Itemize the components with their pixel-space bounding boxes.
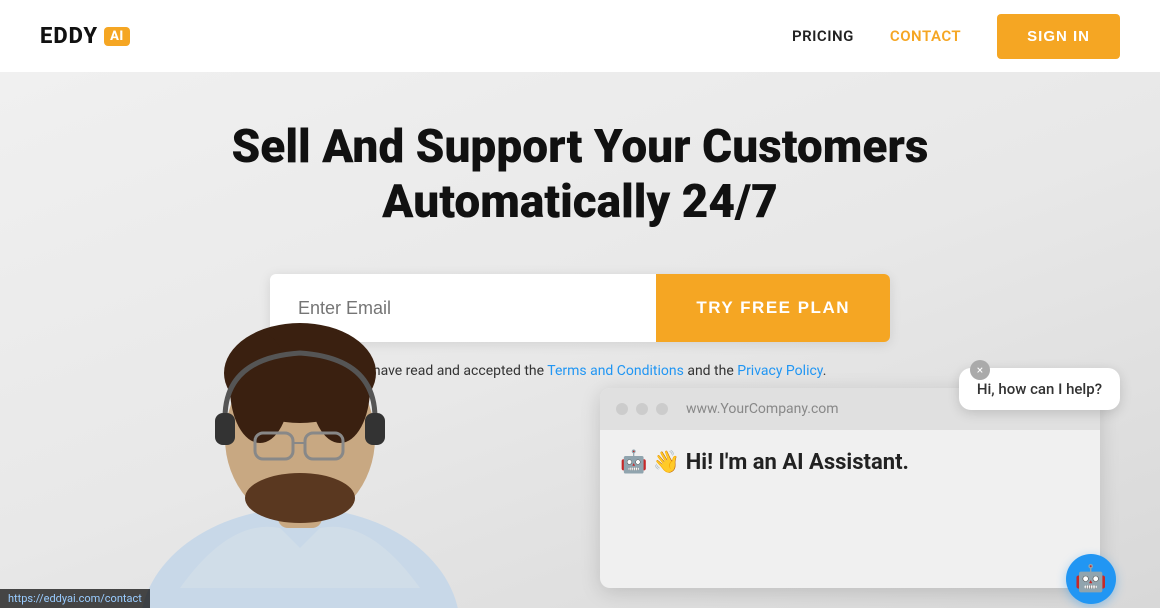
browser-content: 🤖 👋 Hi! I'm an AI Assistant. [600,430,1100,495]
bot-icon[interactable]: 🤖 [1066,554,1116,604]
header: EDDY AI PRICING CONTACT SIGN IN [0,0,1160,72]
checkbox-middle-text: and the [684,363,737,379]
hero-title-line1: Sell And Support Your Customers [232,120,929,174]
nav-pricing[interactable]: PRICING [792,27,854,45]
browser-dot-3 [656,403,668,415]
status-url: https://eddyai.com/contact [8,592,142,605]
chat-close-button[interactable]: × [970,360,990,380]
status-bar: https://eddyai.com/contact [0,589,150,608]
browser-url: www.YourCompany.com [686,401,839,417]
terms-link[interactable]: Terms and Conditions [547,363,684,379]
ai-greeting: 🤖 👋 Hi! I'm an AI Assistant. [620,450,1080,475]
sign-in-button[interactable]: SIGN IN [997,14,1120,59]
try-free-plan-button[interactable]: TRY FREE PLAN [656,274,890,342]
person-illustration [120,208,480,608]
privacy-link[interactable]: Privacy Policy [737,363,822,379]
browser-dot-1 [616,403,628,415]
ai-greeting-text: 🤖 👋 Hi! I'm an AI Assistant. [620,450,909,475]
logo-text: EDDY [40,24,98,49]
logo-badge: AI [104,27,130,46]
browser-dot-2 [636,403,648,415]
hero-section: Sell And Support Your Customers Automati… [0,72,1160,608]
browser-mockup: www.YourCompany.com 🤖 👋 Hi! I'm an AI As… [600,388,1100,588]
person-svg [120,208,480,608]
nav: PRICING CONTACT SIGN IN [792,14,1120,59]
chat-bubble-text: Hi, how can I help? [977,380,1102,398]
nav-contact[interactable]: CONTACT [890,27,961,45]
logo: EDDY AI [40,24,130,49]
checkbox-after-text: . [823,363,827,379]
